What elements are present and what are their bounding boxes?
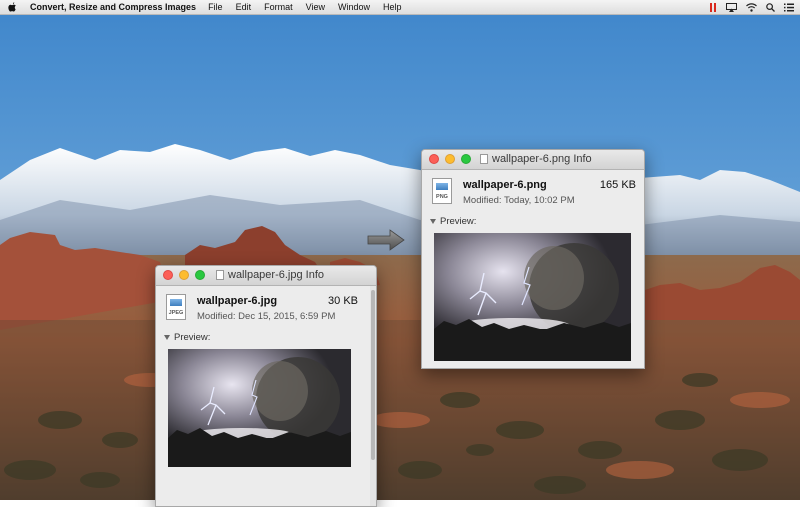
modified-date: Modified: Today, 10:02 PM — [463, 195, 575, 206]
file-size: 30 KB — [328, 295, 358, 307]
zoom-button[interactable] — [461, 154, 471, 164]
search-icon[interactable] — [766, 2, 775, 12]
preview-image — [168, 349, 351, 467]
disclosure-triangle-icon[interactable] — [164, 335, 170, 340]
file-name: wallpaper-6.png — [463, 179, 547, 191]
menu-file[interactable]: File — [208, 2, 223, 12]
menu-format[interactable]: Format — [264, 2, 293, 12]
menu-view[interactable]: View — [306, 2, 325, 12]
menu-help[interactable]: Help — [383, 2, 402, 12]
zoom-button[interactable] — [195, 270, 205, 280]
status-menu-area — [710, 0, 794, 14]
window-title: wallpaper-6.png Info — [480, 153, 592, 165]
disclosure-triangle-icon[interactable] — [430, 219, 436, 224]
preview-label: Preview: — [174, 332, 211, 343]
file-format-label: PNG — [436, 194, 448, 200]
file-size: 165 KB — [599, 179, 636, 191]
preview-image — [434, 233, 631, 361]
file-header: JPEG wallpaper-6.jpg 30 KB Modified: Dec… — [156, 286, 376, 334]
app-menu[interactable]: Convert, Resize and Compress Images — [30, 2, 196, 12]
title-bar[interactable]: wallpaper-6.jpg Info — [156, 266, 376, 286]
minimize-button[interactable] — [445, 154, 455, 164]
menu-window[interactable]: Window — [338, 2, 370, 12]
modified-date: Modified: Dec 15, 2015, 6:59 PM — [197, 311, 336, 322]
menu-bar: Convert, Resize and Compress Images File… — [0, 0, 800, 15]
window-title-text: wallpaper-6.png Info — [492, 153, 592, 165]
scrollbar-thumb[interactable] — [371, 290, 375, 460]
file-format-label: JPEG — [168, 310, 184, 316]
preview-disclosure[interactable]: Preview: — [164, 332, 210, 343]
document-icon — [216, 270, 224, 280]
window-title: wallpaper-6.jpg Info — [216, 269, 324, 281]
close-button[interactable] — [163, 270, 173, 280]
window-title-text: wallpaper-6.jpg Info — [228, 269, 325, 281]
preview-label: Preview: — [440, 216, 477, 227]
apple-menu-icon[interactable] — [8, 2, 20, 12]
airplay-icon[interactable] — [726, 2, 737, 12]
file-header: PNG wallpaper-6.png 165 KB Modified: Tod… — [422, 170, 644, 218]
png-info-window: wallpaper-6.png Info PNG wallpaper-6.png… — [421, 149, 645, 369]
wifi-icon[interactable] — [746, 2, 757, 12]
minimize-button[interactable] — [179, 270, 189, 280]
list-icon[interactable] — [784, 3, 794, 12]
png-file-icon: PNG — [432, 178, 452, 204]
preview-disclosure[interactable]: Preview: — [430, 216, 476, 227]
jpg-info-window: wallpaper-6.jpg Info JPEG wallpaper-6.jp… — [155, 265, 377, 507]
pause-icon[interactable] — [710, 2, 717, 12]
document-icon — [480, 154, 488, 164]
convert-arrow-icon — [367, 229, 405, 251]
title-bar[interactable]: wallpaper-6.png Info — [422, 150, 644, 170]
menu-edit[interactable]: Edit — [236, 2, 252, 12]
file-name: wallpaper-6.jpg — [197, 295, 278, 307]
close-button[interactable] — [429, 154, 439, 164]
jpeg-file-icon: JPEG — [166, 294, 186, 320]
